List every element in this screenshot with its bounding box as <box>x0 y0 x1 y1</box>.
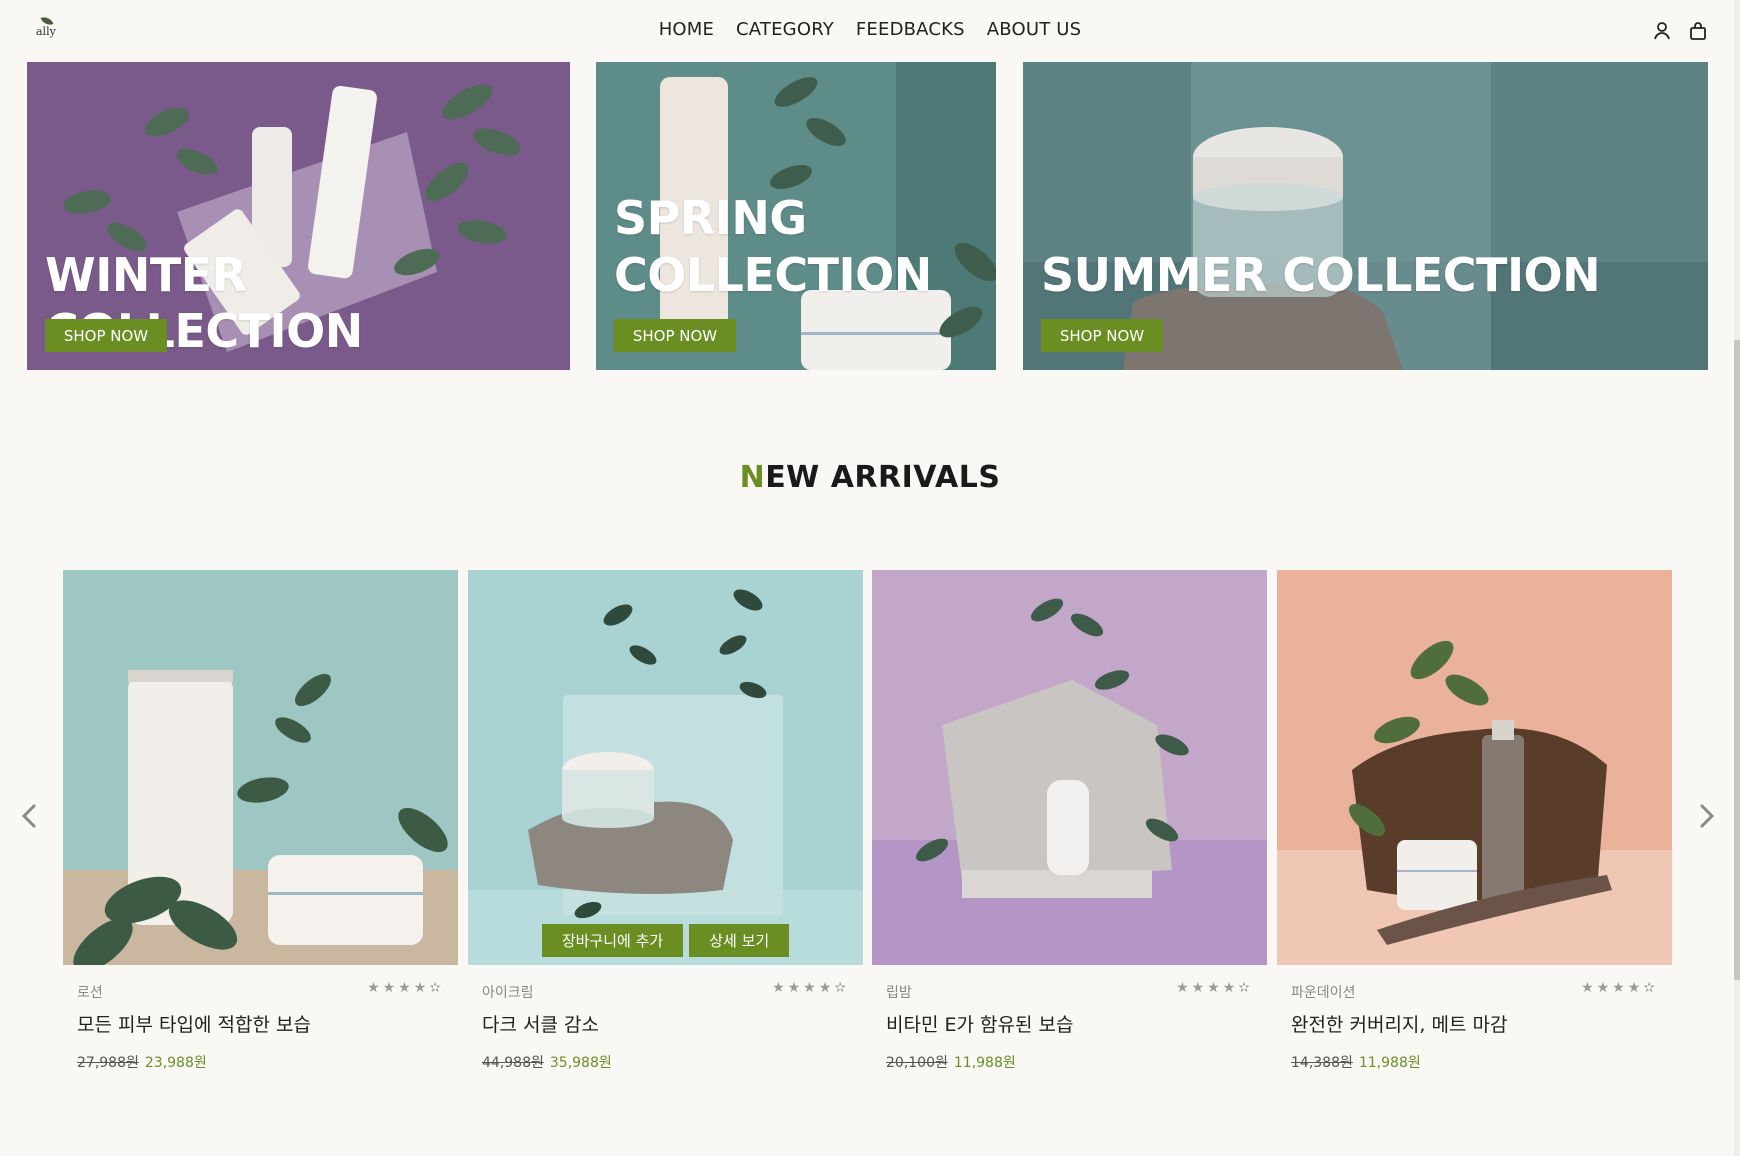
sale-price: 11,988원 <box>1358 1055 1421 1071</box>
sale-price: 11,988원 <box>953 1055 1016 1071</box>
product-category: 파운데이션 <box>1291 985 1356 1001</box>
nav-category[interactable]: CATEGORY <box>736 19 834 40</box>
chevron-left-icon <box>21 804 36 828</box>
product-name[interactable]: 모든 피부 타입에 적합한 보습 <box>77 1010 311 1037</box>
product-name[interactable]: 완전한 커버리지, 메트 마감 <box>1291 1010 1507 1037</box>
scrollbar-thumb[interactable] <box>1734 340 1740 980</box>
product-price: 27,988원 23,988원 <box>77 1052 207 1072</box>
carousel-prev-button[interactable] <box>14 800 44 832</box>
product-image[interactable] <box>468 570 863 965</box>
section-title-text: EW ARRIVALS <box>765 460 1001 495</box>
view-details-button[interactable]: 상세 보기 <box>689 924 790 957</box>
user-icon[interactable] <box>1651 20 1673 42</box>
product-hover-actions: 장바구니에 추가 상세 보기 <box>468 924 863 957</box>
rating-stars: ★★★★✫ <box>1581 980 1658 996</box>
banner-title-line-2: COLLECTION <box>614 248 932 302</box>
sale-price: 35,988원 <box>549 1055 612 1071</box>
shop-now-button[interactable]: SHOP NOW <box>1041 319 1163 352</box>
old-price: 27,988원 <box>77 1055 139 1071</box>
product-image[interactable] <box>1277 570 1672 965</box>
add-to-cart-button[interactable]: 장바구니에 추가 <box>541 924 684 957</box>
shopping-bag-icon[interactable] <box>1687 20 1709 42</box>
nav-about-us[interactable]: ABOUT US <box>987 19 1082 40</box>
chevron-right-icon <box>1700 804 1715 828</box>
carousel-next-button[interactable] <box>1692 800 1722 832</box>
rating-stars: ★★★★✫ <box>367 980 444 996</box>
banner-spring-collection[interactable]: SPRING COLLECTION SHOP NOW <box>596 62 996 370</box>
shop-now-button[interactable]: SHOP NOW <box>45 319 167 352</box>
product-category: 아이크림 <box>482 985 534 1001</box>
old-price: 14,388원 <box>1291 1055 1353 1071</box>
rating-stars: ★★★★✫ <box>772 980 849 996</box>
nav-home[interactable]: HOME <box>659 19 714 40</box>
sale-price: 23,988원 <box>144 1055 207 1071</box>
banner-summer-collection[interactable]: SUMMER COLLECTION SHOP NOW <box>1023 62 1708 370</box>
old-price: 44,988원 <box>482 1055 544 1071</box>
section-title-accent-letter: N <box>739 460 766 495</box>
product-image[interactable] <box>872 570 1267 965</box>
site-header: ally HOME CATEGORY FEEDBACKS ABOUT US <box>0 0 1740 62</box>
product-category: 로션 <box>77 985 103 1001</box>
main-nav: HOME CATEGORY FEEDBACKS ABOUT US <box>0 19 1740 40</box>
product-name[interactable]: 다크 서클 감소 <box>482 1010 599 1037</box>
product-category: 립밤 <box>886 985 912 1001</box>
product-price: 14,388원 11,988원 <box>1291 1052 1421 1072</box>
product-name[interactable]: 비타민 E가 함유된 보습 <box>886 1010 1073 1037</box>
rating-stars: ★★★★✫ <box>1176 980 1253 996</box>
banner-winter-collection[interactable]: WINTER COLLECTION SHOP NOW <box>27 62 570 370</box>
banner-title: SUMMER COLLECTION <box>1041 248 1601 302</box>
nav-feedbacks[interactable]: FEEDBACKS <box>856 19 965 40</box>
product-image[interactable] <box>63 570 458 965</box>
old-price: 20,100원 <box>886 1055 948 1071</box>
section-title-new-arrivals: NEW ARRIVALS <box>0 460 1740 495</box>
product-price: 20,100원 11,988원 <box>886 1052 1016 1072</box>
shop-now-button[interactable]: SHOP NOW <box>614 319 736 352</box>
product-price: 44,988원 35,988원 <box>482 1052 612 1072</box>
banner-title-line-1: SPRING <box>614 191 807 245</box>
